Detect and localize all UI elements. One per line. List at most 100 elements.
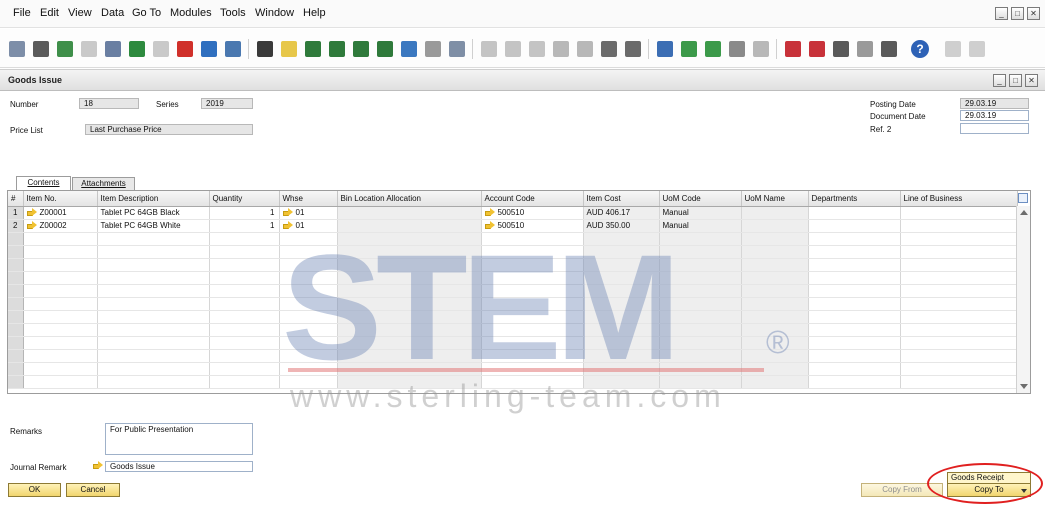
refresh-icon[interactable]: [401, 41, 417, 57]
empty-cell[interactable]: [900, 310, 1018, 324]
tab-attachments[interactable]: Attachments: [72, 177, 135, 190]
empty-cell[interactable]: [8, 375, 24, 389]
empty-cell[interactable]: [337, 232, 482, 246]
empty-cell[interactable]: [279, 258, 338, 272]
empty-cell[interactable]: [209, 232, 280, 246]
empty-cell[interactable]: [481, 362, 584, 376]
col-header-account-code[interactable]: Account Code: [481, 191, 584, 207]
empty-cell[interactable]: [279, 349, 338, 363]
empty-cell[interactable]: [900, 284, 1018, 298]
item-cost-cell[interactable]: AUD 350.00: [583, 219, 660, 233]
empty-cell[interactable]: [659, 375, 742, 389]
link-arrow-icon[interactable]: [26, 208, 37, 217]
empty-cell[interactable]: [23, 245, 98, 259]
print-icon[interactable]: [33, 41, 49, 57]
empty-cell[interactable]: [337, 323, 482, 337]
empty-cell[interactable]: [97, 323, 210, 337]
user-icon[interactable]: [881, 41, 897, 57]
help-icon[interactable]: ?: [911, 40, 929, 58]
uom-code-cell[interactable]: Manual: [659, 206, 742, 220]
empty-cell[interactable]: [808, 336, 901, 350]
link-arrow-icon[interactable]: [484, 221, 495, 230]
empty-cell[interactable]: [209, 271, 280, 285]
settings-icon[interactable]: [945, 41, 961, 57]
menu-window[interactable]: Window: [255, 7, 294, 19]
menu-data[interactable]: Data: [101, 7, 124, 19]
empty-cell[interactable]: [97, 375, 210, 389]
empty-cell[interactable]: [583, 271, 660, 285]
line-of-business-cell[interactable]: [900, 219, 1018, 233]
sort-icon[interactable]: [449, 41, 465, 57]
table-row-empty[interactable]: [8, 323, 1018, 337]
empty-cell[interactable]: [8, 323, 24, 337]
empty-cell[interactable]: [209, 245, 280, 259]
empty-cell[interactable]: [741, 258, 809, 272]
empty-cell[interactable]: [808, 362, 901, 376]
empty-cell[interactable]: [808, 349, 901, 363]
empty-cell[interactable]: [23, 323, 98, 337]
empty-cell[interactable]: [23, 362, 98, 376]
empty-cell[interactable]: [741, 284, 809, 298]
empty-cell[interactable]: [8, 258, 24, 272]
empty-cell[interactable]: [900, 375, 1018, 389]
email-icon[interactable]: [57, 41, 73, 57]
empty-cell[interactable]: [8, 271, 24, 285]
empty-cell[interactable]: [583, 336, 660, 350]
empty-cell[interactable]: [23, 375, 98, 389]
empty-cell[interactable]: [481, 297, 584, 311]
table-row-empty[interactable]: [8, 232, 1018, 246]
empty-cell[interactable]: [209, 336, 280, 350]
empty-cell[interactable]: [8, 245, 24, 259]
contents-grid[interactable]: # Item No. Item Description Quantity Whs…: [7, 190, 1031, 394]
empty-cell[interactable]: [209, 349, 280, 363]
empty-cell[interactable]: [279, 310, 338, 324]
empty-cell[interactable]: [97, 297, 210, 311]
empty-cell[interactable]: [8, 362, 24, 376]
empty-cell[interactable]: [337, 271, 482, 285]
empty-cell[interactable]: [900, 232, 1018, 246]
app-restore-icon[interactable]: □: [1011, 7, 1024, 20]
journal-remark-field[interactable]: Goods Issue: [105, 461, 253, 472]
posting-date-field[interactable]: 29.03.19: [960, 98, 1029, 109]
empty-cell[interactable]: [900, 297, 1018, 311]
tab-contents[interactable]: Contents: [16, 176, 71, 190]
empty-cell[interactable]: [659, 284, 742, 298]
empty-cell[interactable]: [481, 284, 584, 298]
empty-cell[interactable]: [8, 284, 24, 298]
window-minimize-icon[interactable]: _: [993, 74, 1006, 87]
col-header-uom-code[interactable]: UoM Code: [659, 191, 742, 207]
menu-edit[interactable]: Edit: [40, 7, 59, 19]
sms-icon[interactable]: [81, 41, 97, 57]
empty-cell[interactable]: [900, 323, 1018, 337]
item-description-cell[interactable]: Tablet PC 64GB Black: [97, 206, 210, 220]
window-restore-icon[interactable]: □: [1009, 74, 1022, 87]
whse-cell[interactable]: 01: [279, 206, 338, 220]
transaction-journal-icon[interactable]: [553, 41, 569, 57]
base-document-icon[interactable]: [481, 41, 497, 57]
empty-cell[interactable]: [808, 258, 901, 272]
empty-cell[interactable]: [23, 349, 98, 363]
first-record-icon[interactable]: [305, 41, 321, 57]
empty-cell[interactable]: [337, 362, 482, 376]
empty-cell[interactable]: [337, 349, 482, 363]
alerts-icon[interactable]: [753, 41, 769, 57]
cancel-button[interactable]: Cancel: [66, 483, 120, 497]
empty-cell[interactable]: [659, 232, 742, 246]
document-editing-icon[interactable]: [601, 41, 617, 57]
uom-name-cell[interactable]: [741, 219, 809, 233]
empty-cell[interactable]: [583, 310, 660, 324]
table-row-empty[interactable]: [8, 284, 1018, 298]
query-icon[interactable]: [705, 41, 721, 57]
empty-cell[interactable]: [337, 258, 482, 272]
col-header-row-number[interactable]: #: [8, 191, 24, 207]
menu-help[interactable]: Help: [303, 7, 326, 19]
empty-cell[interactable]: [659, 362, 742, 376]
menu-view[interactable]: View: [68, 7, 92, 19]
empty-cell[interactable]: [279, 362, 338, 376]
empty-cell[interactable]: [97, 258, 210, 272]
empty-cell[interactable]: [583, 375, 660, 389]
quantity-cell[interactable]: 1: [209, 206, 280, 220]
empty-cell[interactable]: [900, 258, 1018, 272]
empty-cell[interactable]: [337, 284, 482, 298]
empty-cell[interactable]: [741, 232, 809, 246]
